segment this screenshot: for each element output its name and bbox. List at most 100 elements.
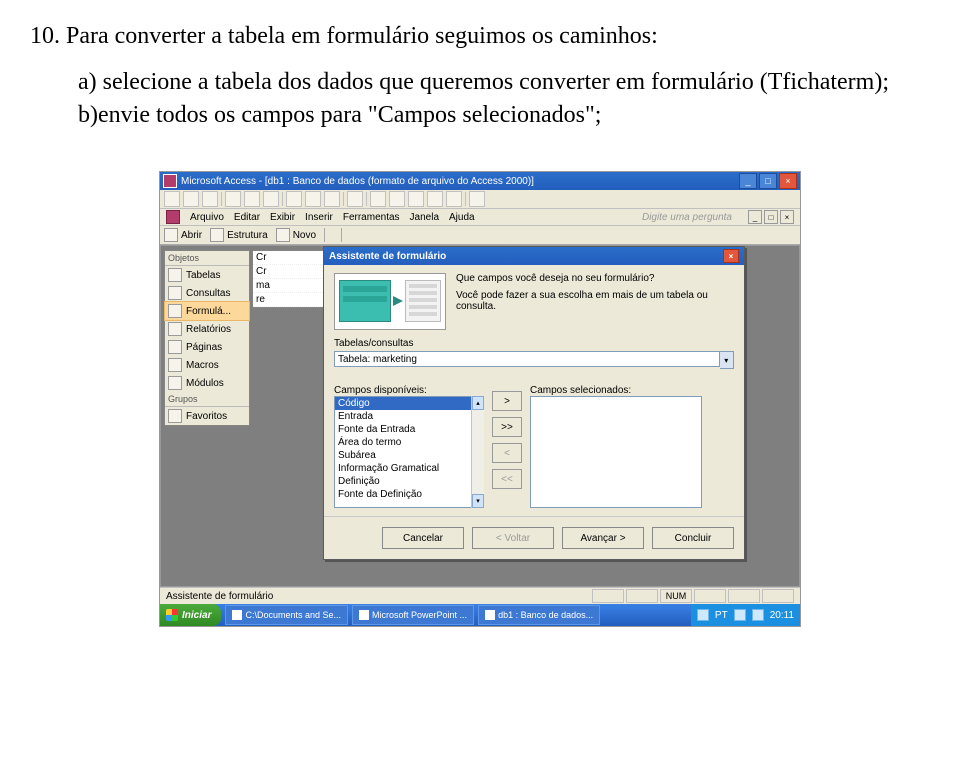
tray-icon[interactable]: [752, 609, 764, 621]
preview-icon[interactable]: [244, 191, 260, 207]
list-item[interactable]: Código: [335, 397, 475, 410]
remove-all-button[interactable]: <<: [492, 469, 522, 489]
forms-icon: [168, 304, 182, 318]
copy-icon[interactable]: [305, 191, 321, 207]
available-fields-list[interactable]: Código Entrada Fonte da Entrada Área do …: [334, 396, 476, 508]
list-item[interactable]: Cr: [253, 265, 323, 279]
scroll-up-button[interactable]: ▴: [472, 396, 484, 410]
tray-icon[interactable]: [697, 609, 709, 621]
doc-point-b: b)envie todos os campos para "Campos sel…: [78, 99, 930, 131]
separator: [221, 192, 222, 206]
wizard-question-1: Que campos você deseja no seu formulário…: [456, 273, 734, 284]
tray-icon[interactable]: [734, 609, 746, 621]
add-one-button[interactable]: >: [492, 391, 522, 411]
menu-ajuda[interactable]: Ajuda: [449, 212, 475, 223]
add-all-button[interactable]: >>: [492, 417, 522, 437]
taskbar-task[interactable]: Microsoft PowerPoint ...: [352, 605, 474, 625]
code-icon[interactable]: [408, 191, 424, 207]
modules-icon: [168, 376, 182, 390]
doc-minimize-button[interactable]: _: [748, 210, 762, 224]
help-icon[interactable]: [469, 191, 485, 207]
save-icon[interactable]: [202, 191, 218, 207]
menu-janela[interactable]: Janela: [410, 212, 439, 223]
combo-dropdown-button[interactable]: ▾: [720, 351, 734, 369]
task-label: db1 : Banco de dados...: [498, 610, 593, 620]
status-text: Assistente de formulário: [166, 591, 273, 602]
standard-toolbar: [160, 190, 800, 209]
start-button[interactable]: Iniciar: [160, 604, 221, 626]
nav-formularios[interactable]: Formulá...: [164, 301, 250, 321]
wizard-close-button[interactable]: ×: [723, 249, 739, 263]
doc-restore-button[interactable]: □: [764, 210, 778, 224]
cancel-button[interactable]: Cancelar: [382, 527, 464, 549]
maximize-button[interactable]: □: [759, 173, 777, 189]
menu-exibir[interactable]: Exibir: [270, 212, 295, 223]
links-icon[interactable]: [370, 191, 386, 207]
undo-icon[interactable]: [347, 191, 363, 207]
nav-label: Formulá...: [186, 306, 231, 317]
next-button[interactable]: Avançar >: [562, 527, 644, 549]
nav-macros[interactable]: Macros: [165, 356, 249, 374]
status-bar: Assistente de formulário NUM: [160, 587, 800, 604]
taskbar-task[interactable]: db1 : Banco de dados...: [478, 605, 600, 625]
tables-queries-combo[interactable]: [334, 351, 720, 367]
nav-label: Consultas: [186, 288, 230, 299]
list-item[interactable]: ma: [253, 279, 323, 293]
cut-icon[interactable]: [286, 191, 302, 207]
relations-icon[interactable]: [446, 191, 462, 207]
back-button[interactable]: < Voltar: [472, 527, 554, 549]
nav-favoritos[interactable]: Favoritos: [165, 407, 249, 425]
tray-language[interactable]: PT: [715, 610, 728, 621]
nav-label: Módulos: [186, 378, 224, 389]
design-button[interactable]: Estrutura: [210, 228, 268, 242]
list-item[interactable]: Fonte da Entrada: [335, 423, 475, 436]
new-button[interactable]: Novo: [276, 228, 316, 242]
nav-relatorios[interactable]: Relatórios: [165, 320, 249, 338]
list-item[interactable]: Subárea: [335, 449, 475, 462]
ask-a-question[interactable]: Digite uma pergunta: [642, 212, 732, 223]
list-item[interactable]: Área do termo: [335, 436, 475, 449]
groups-header: Grupos: [165, 392, 249, 407]
nav-consultas[interactable]: Consultas: [165, 284, 249, 302]
menu-arquivo[interactable]: Arquivo: [190, 212, 224, 223]
paste-icon[interactable]: [324, 191, 340, 207]
list-item[interactable]: Entrada: [335, 410, 475, 423]
doc-close-button[interactable]: ×: [780, 210, 794, 224]
list-item[interactable]: Definição: [335, 475, 475, 488]
open-icon: [164, 228, 178, 242]
menu-inserir[interactable]: Inserir: [305, 212, 333, 223]
objects-header: Objetos: [165, 251, 249, 266]
tables-queries-label: Tabelas/consultas: [334, 338, 734, 349]
nav-tabelas[interactable]: Tabelas: [165, 266, 249, 284]
analyze-icon[interactable]: [389, 191, 405, 207]
wizard-graphic: [334, 273, 446, 330]
separator: [366, 192, 367, 206]
list-item[interactable]: Cr: [253, 251, 323, 265]
props-icon[interactable]: [427, 191, 443, 207]
list-item[interactable]: Fonte da Definição: [335, 488, 475, 501]
minimize-button[interactable]: _: [739, 173, 757, 189]
list-item[interactable]: Informação Gramatical: [335, 462, 475, 475]
menu-ferramentas[interactable]: Ferramentas: [343, 212, 400, 223]
nav-paginas[interactable]: Páginas: [165, 338, 249, 356]
open-button[interactable]: Abrir: [164, 228, 202, 242]
scrollbar[interactable]: ▴ ▾: [471, 396, 484, 508]
tables-icon: [168, 268, 182, 282]
nav-modulos[interactable]: Módulos: [165, 374, 249, 392]
scroll-down-button[interactable]: ▾: [472, 494, 484, 508]
status-cell: [728, 589, 760, 603]
list-item[interactable]: re: [253, 293, 323, 307]
print-icon[interactable]: [225, 191, 241, 207]
form-wizard-dialog: Assistente de formulário × Que campos vo…: [323, 246, 745, 560]
selected-fields-list[interactable]: [530, 396, 702, 508]
remove-one-button[interactable]: <: [492, 443, 522, 463]
spelling-icon[interactable]: [263, 191, 279, 207]
taskbar-task[interactable]: C:\Documents and Se...: [225, 605, 348, 625]
reports-icon: [168, 322, 182, 336]
open-icon[interactable]: [183, 191, 199, 207]
menu-editar[interactable]: Editar: [234, 212, 260, 223]
finish-button[interactable]: Concluir: [652, 527, 734, 549]
tray-clock: 20:11: [770, 610, 794, 621]
close-button[interactable]: ×: [779, 173, 797, 189]
new-icon[interactable]: [164, 191, 180, 207]
